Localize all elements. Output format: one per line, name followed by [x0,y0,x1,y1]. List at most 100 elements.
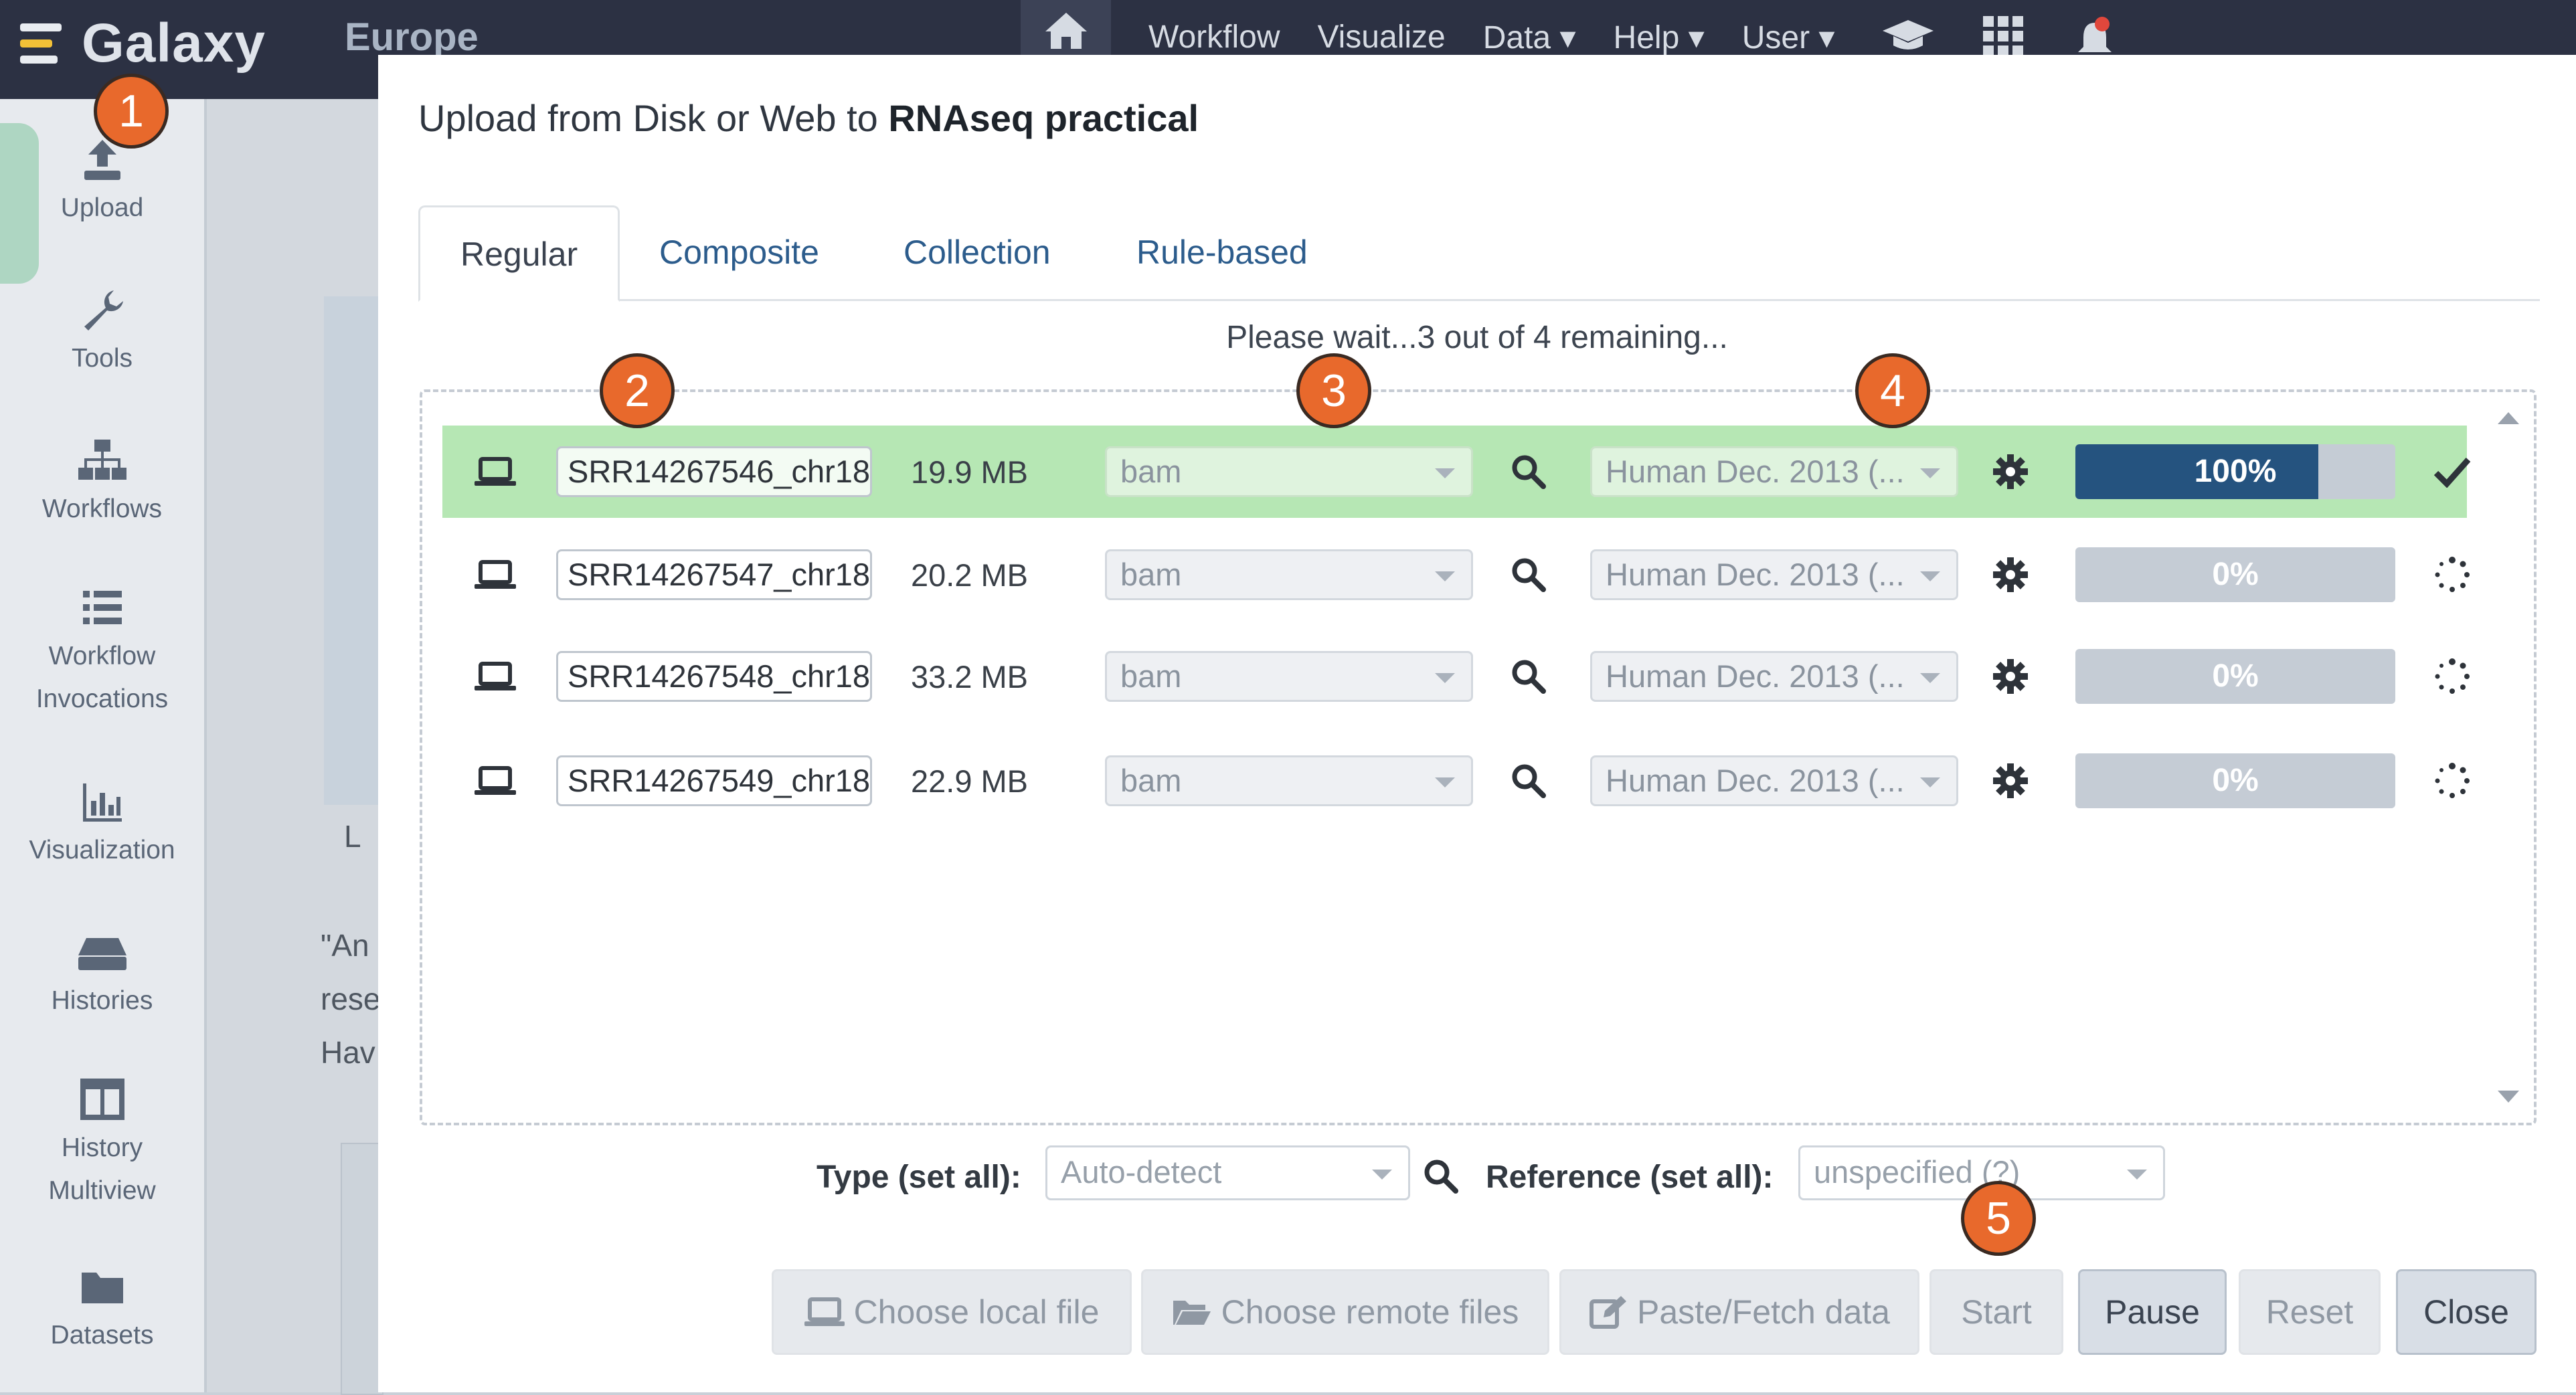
sidebar-item-workflow-invocations[interactable]: Workflow Invocations [0,584,204,721]
nav-help[interactable]: Help ▾ [1614,19,1705,56]
close-button[interactable]: Close [2396,1269,2537,1355]
spinner-icon [2433,529,2471,621]
hdd-icon [78,938,126,970]
list-icon [82,591,122,624]
callout-badge: 3 [1296,353,1371,428]
sidebar-item-label: Visualization [29,836,175,864]
reference-genome-select[interactable]: Human Dec. 2013 (... [1590,755,1958,806]
nav-workflow[interactable]: Workflow [1148,19,1280,56]
tab-collection[interactable]: Collection [863,205,1091,299]
paste-fetch-data-button[interactable]: Paste/Fetch data [1559,1269,1919,1355]
file-size: 20.2 MB [911,557,1029,593]
sitemap-icon [78,440,126,480]
nav-visualize[interactable]: Visualize [1317,19,1445,56]
upload-file-list[interactable]: SRR14267546_chr18 19.9 MB bam Human Dec.… [420,389,2537,1125]
file-name-input[interactable]: SRR14267549_chr18 [556,755,872,806]
dialog-title: Upload from Disk or Web to RNAseq practi… [418,96,1199,140]
type-search-icon[interactable] [1510,529,1547,621]
home-icon [1045,13,1087,49]
file-type-select[interactable]: bam [1105,446,1473,497]
choose-local-file-label: Choose local file [853,1293,1100,1331]
type-set-all-label: Type (set all): [817,1159,1021,1195]
background-page: L "An rese Hav [207,99,383,1395]
upload-progress-bar: 100% [2075,444,2395,499]
tab-composite[interactable]: Composite [619,205,859,299]
nav-user[interactable]: User ▾ [1742,19,1835,56]
file-name-input[interactable]: SRR14267547_chr18 [556,549,872,600]
type-search-icon[interactable] [1510,426,1547,518]
sidebar-item-label: Workflow Invocations [35,642,169,713]
graduation-cap-icon[interactable] [1881,15,1935,58]
folder-icon [81,1273,123,1303]
activity-sidebar: Upload Tools Workflows Workflow Invocati… [0,99,207,1392]
reference-set-all-label: Reference (set all): [1486,1159,1774,1195]
scroll-up-arrow-icon[interactable] [2498,412,2519,424]
settings-gear-icon[interactable] [1992,529,2029,621]
file-name-input[interactable]: SRR14267548_chr18 [556,651,872,702]
tab-regular[interactable]: Regular [418,205,620,302]
type-search-icon[interactable] [1422,1157,1460,1198]
file-type-select[interactable]: bam [1105,651,1473,702]
type-search-icon[interactable] [1510,735,1547,827]
reference-genome-select[interactable]: Human Dec. 2013 (... [1590,549,1958,600]
checkmark-icon [2433,426,2471,518]
brand-logo[interactable]: Galaxy [20,7,266,80]
settings-gear-icon[interactable] [1992,735,2029,827]
file-size: 33.2 MB [911,658,1029,694]
reset-button[interactable]: Reset [2239,1269,2381,1355]
type-search-icon[interactable] [1510,630,1547,723]
bar-chart-icon [82,783,122,822]
callout-badge: 1 [94,74,169,149]
upload-dialog: Upload from Disk or Web to RNAseq practi… [378,55,2576,1392]
sidebar-item-datasets[interactable]: Datasets [0,1263,204,1357]
reference-genome-select[interactable]: Human Dec. 2013 (... [1590,651,1958,702]
sidebar-item-label: Histories [51,986,153,1015]
settings-gear-icon[interactable] [1992,426,2029,518]
progress-percent: 100% [2194,454,2277,489]
scroll-down-arrow-icon[interactable] [2498,1091,2519,1103]
callout-badge: 5 [1961,1181,2036,1256]
sidebar-item-label: Upload [60,193,144,222]
apps-grid-icon[interactable] [1982,15,2025,61]
upload-file-row: SRR14267546_chr18 19.9 MB bam Human Dec.… [442,426,2471,518]
background-quote-line: rese [321,982,381,1016]
history-name: RNAseq practical [888,97,1199,139]
reference-genome-select[interactable]: Human Dec. 2013 (... [1590,446,1958,497]
nav-data[interactable]: Data ▾ [1483,19,1576,56]
spinner-icon [2433,735,2471,827]
home-button[interactable] [1021,0,1111,60]
sidebar-item-tools[interactable]: Tools [0,286,204,380]
nav-data-label: Data [1482,20,1551,56]
progress-percent: 0% [2212,557,2259,592]
file-name-input[interactable]: SRR14267546_chr18 [556,446,872,497]
settings-gear-icon[interactable] [1992,630,2029,723]
brand-subtitle: Europe [345,15,479,59]
tab-rule-based[interactable]: Rule-based [1096,205,1348,299]
pause-button[interactable]: Pause [2078,1269,2227,1355]
folder-open-icon [1173,1300,1211,1325]
choose-remote-files-button[interactable]: Choose remote files [1141,1269,1549,1355]
background-quote-line: Hav [321,1035,375,1070]
local-file-laptop-icon [475,426,516,518]
file-type-select[interactable]: bam [1105,755,1473,806]
dialog-title-prefix: Upload from Disk or Web to [418,97,878,139]
type-set-all-select[interactable]: Auto-detect [1045,1145,1410,1200]
background-quote-line: "An [321,928,369,963]
upload-tabs: Regular Composite Collection Rule-based [418,205,2540,302]
spinner-icon [2433,630,2471,723]
progress-percent: 0% [2212,763,2259,798]
choose-local-file-button[interactable]: Choose local file [772,1269,1132,1355]
file-size: 19.9 MB [911,454,1029,490]
sidebar-item-upload[interactable]: Upload [0,136,204,229]
file-type-select[interactable]: bam [1105,549,1473,600]
file-size: 22.9 MB [911,763,1029,799]
sidebar-item-label: History Multiview [48,1133,156,1205]
sidebar-item-workflows[interactable]: Workflows [0,437,204,531]
start-button[interactable]: Start [1929,1269,2063,1355]
sidebar-item-visualization[interactable]: Visualization [0,778,204,872]
paste-fetch-data-label: Paste/Fetch data [1636,1293,1890,1331]
sidebar-item-history-multiview[interactable]: History Multiview [0,1076,204,1212]
progress-percent: 0% [2212,658,2259,694]
sidebar-item-histories[interactable]: Histories [0,929,204,1022]
upload-status-message: Please wait...3 out of 4 remaining... [1226,320,1728,355]
